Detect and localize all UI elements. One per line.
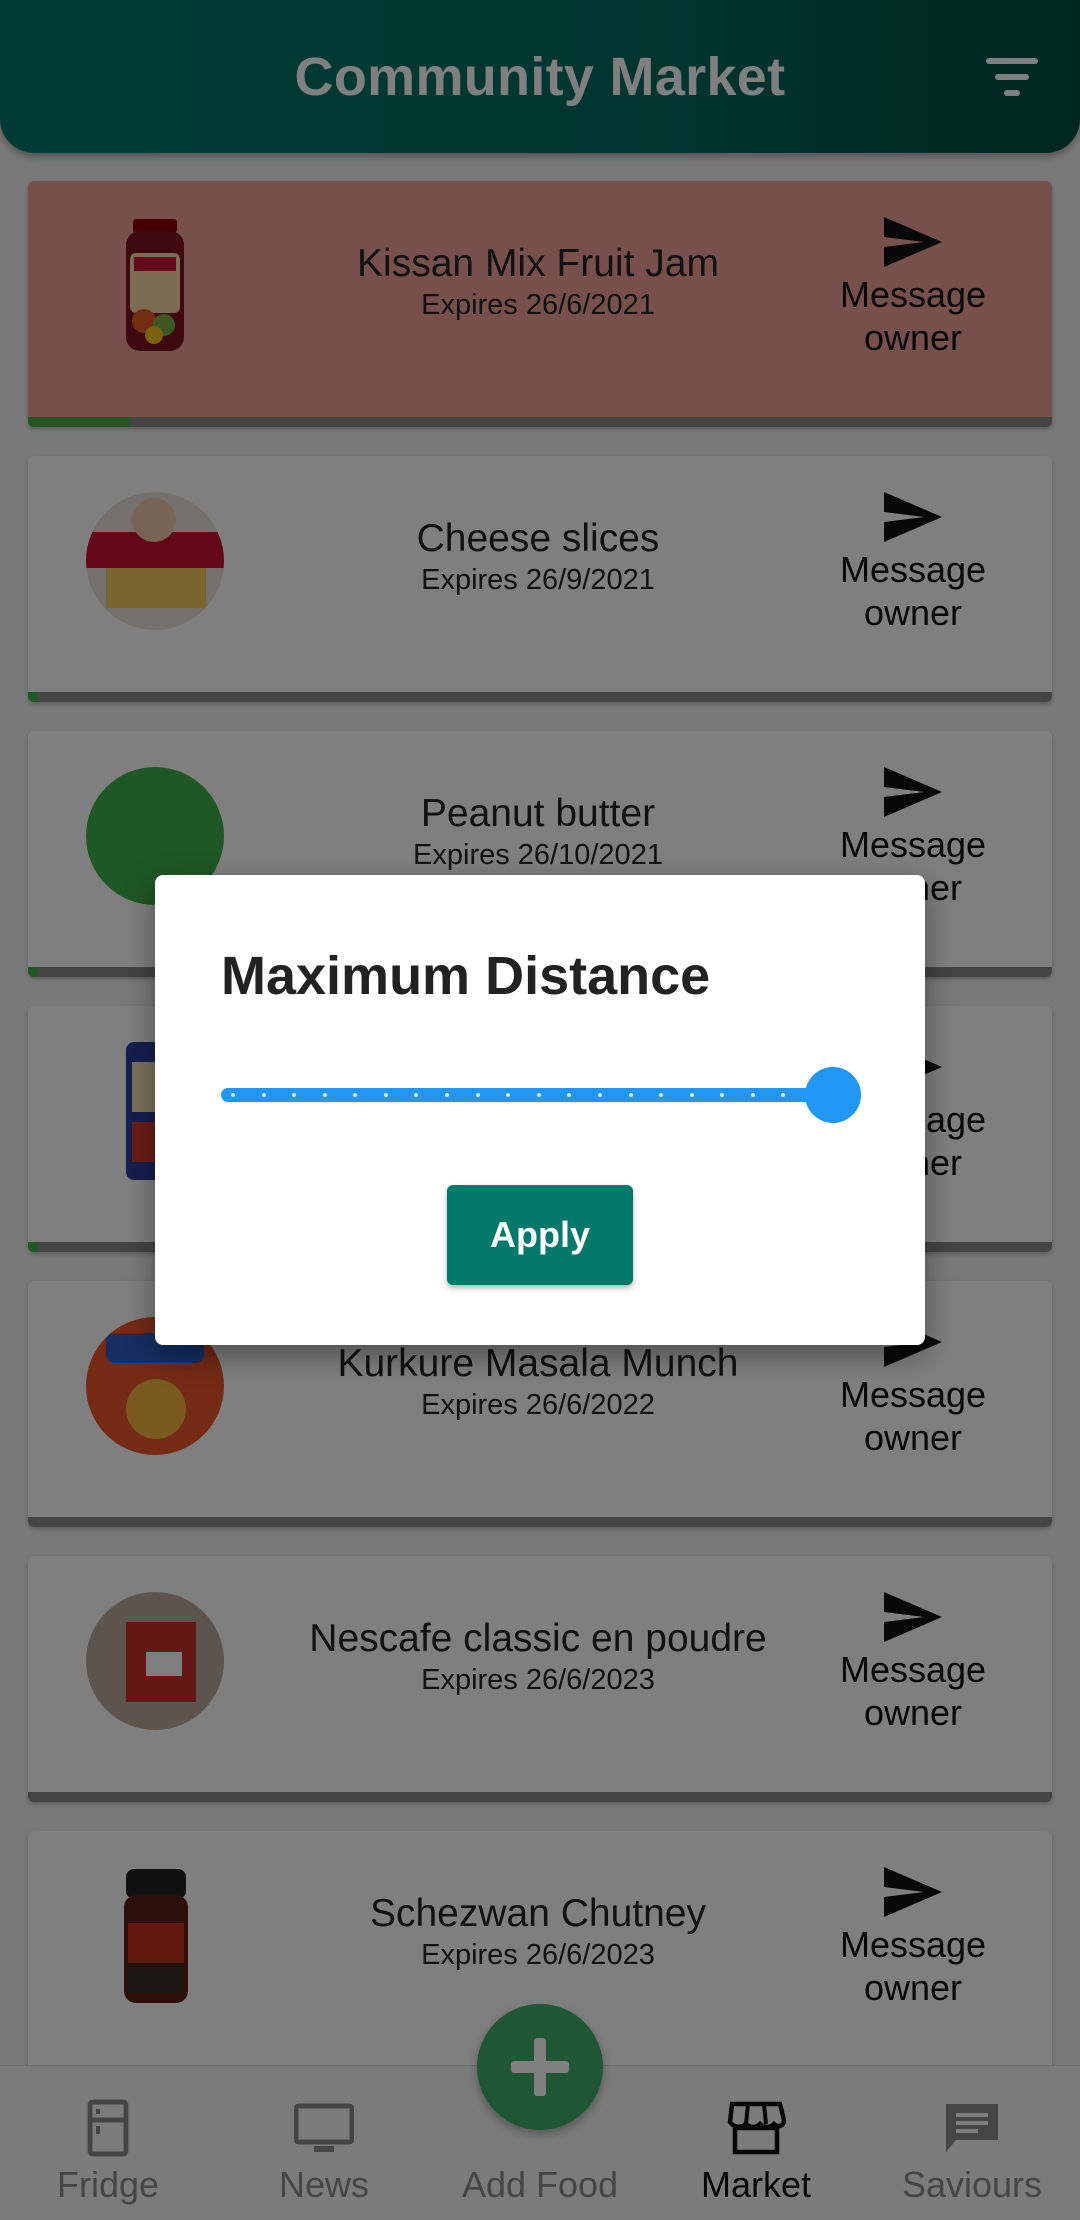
- distance-slider[interactable]: [221, 1067, 861, 1123]
- dialog-title: Maximum Distance: [221, 946, 711, 1006]
- slider-ticks: [231, 1093, 816, 1097]
- apply-button[interactable]: Apply: [447, 1185, 633, 1285]
- slider-thumb[interactable]: [805, 1067, 861, 1123]
- distance-dialog: Maximum Distance Apply: [155, 875, 925, 1345]
